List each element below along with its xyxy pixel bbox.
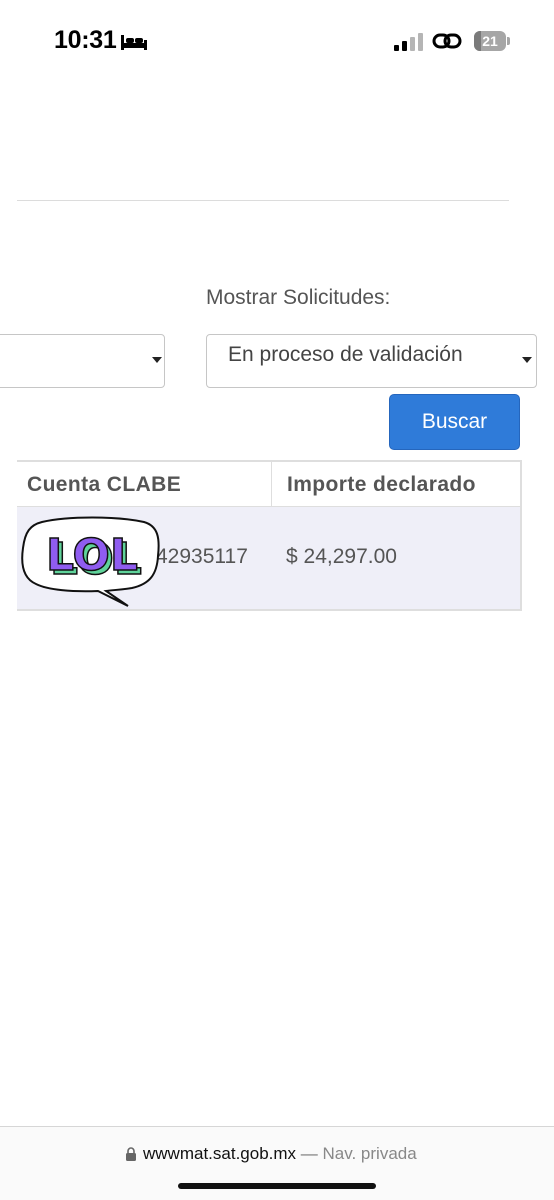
cell-importe-declarado: $ 24,297.00 — [286, 545, 397, 568]
caret-down-icon — [522, 357, 532, 363]
cell-cuenta-clabe: 42935117 — [156, 545, 248, 568]
url-domain: wwwmat.sat.gob.mx — [143, 1144, 297, 1163]
filter-select-left[interactable] — [0, 334, 165, 388]
buscar-button[interactable]: Buscar — [389, 394, 520, 450]
column-header-importe-declarado[interactable]: Importe declarado — [287, 462, 476, 506]
home-indicator[interactable] — [178, 1183, 376, 1189]
status-time: 10:31 — [54, 26, 117, 54]
link-icon — [432, 33, 462, 49]
url-separator: — — [300, 1144, 318, 1163]
section-divider — [17, 200, 509, 201]
column-separator — [271, 462, 272, 506]
column-header-cuenta-clabe[interactable]: Cuenta CLABE — [27, 462, 181, 506]
mostrar-solicitudes-label: Mostrar Solicitudes: — [206, 286, 391, 309]
mostrar-solicitudes-select[interactable]: En proceso de validación — [206, 334, 537, 388]
status-bar: 10:31 21 — [0, 0, 554, 84]
lock-icon — [126, 1147, 136, 1161]
caret-down-icon — [152, 357, 162, 363]
lol-sticker: LOL LOL — [21, 516, 160, 607]
url-text: wwwmat.sat.gob.mx — Nav. privada — [143, 1144, 417, 1164]
battery-level: 21 — [482, 33, 498, 49]
private-mode-label: Nav. privada — [322, 1144, 417, 1163]
signal-icon — [394, 33, 423, 51]
bed-icon — [121, 35, 147, 50]
sticker-text: LOL — [46, 530, 138, 581]
battery-icon: 21 — [474, 31, 510, 51]
select-value: En proceso de validación — [228, 343, 463, 366]
address-bar[interactable]: wwwmat.sat.gob.mx — Nav. privada — [0, 1126, 554, 1200]
